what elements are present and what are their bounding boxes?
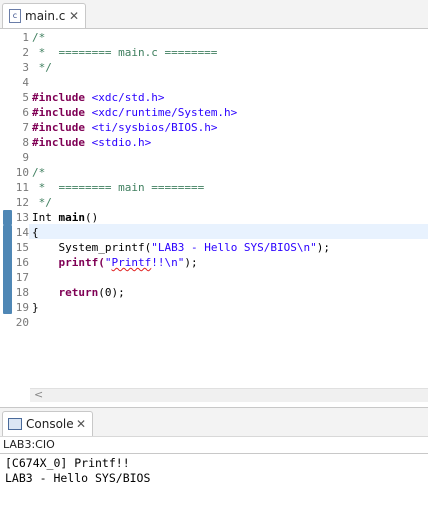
editor-tab-main-c[interactable]: c main.c ✕ xyxy=(2,3,86,28)
spell-warning: Printf xyxy=(111,256,152,269)
line-number: 10 xyxy=(15,166,29,179)
code-token: () xyxy=(85,211,99,224)
include-directive: #include xyxy=(32,121,85,134)
close-icon[interactable]: ✕ xyxy=(69,10,79,22)
include-directive: #include xyxy=(32,91,85,104)
code-line: * ======== main.c ======== xyxy=(32,46,218,59)
include-path: <ti/sysbios/BIOS.h> xyxy=(84,121,218,134)
code-line: #include <ti/sysbios/BIOS.h> xyxy=(32,120,217,135)
line-number-gutter: 1 2 3 4 5 6 7 8 9 10 11 12 13 14 15 16 1… xyxy=(13,29,29,389)
line-number: 19 xyxy=(15,301,29,314)
code-line: } xyxy=(32,301,39,314)
line-number: 17 xyxy=(15,271,29,284)
include-path: <xdc/std.h> xyxy=(84,91,165,104)
line-number: 13 xyxy=(15,211,29,224)
code-line: Int main() xyxy=(32,210,98,225)
include-directive: #include xyxy=(32,106,85,119)
line-number: 16 xyxy=(15,256,29,269)
line-number: 6 xyxy=(22,106,29,119)
type-keyword: Int xyxy=(32,211,52,224)
code-line: printf("Printf!!\n"); xyxy=(32,255,198,270)
code-token: printf( xyxy=(32,256,105,269)
change-ruler xyxy=(0,29,12,399)
line-number: 20 xyxy=(15,316,29,329)
change-marker xyxy=(3,210,12,225)
code-line: #include <xdc/std.h> xyxy=(32,90,164,105)
function-name: main xyxy=(58,211,86,224)
line-number: 5 xyxy=(22,91,29,104)
include-path: <xdc/runtime/System.h> xyxy=(84,106,238,119)
code-line: /* xyxy=(32,31,46,44)
line-number: 2 xyxy=(22,46,29,59)
scroll-left-arrow-icon[interactable]: < xyxy=(34,388,43,401)
return-keyword: return xyxy=(32,286,99,299)
code-token: (0); xyxy=(98,286,125,299)
console-name: LAB3:CIO xyxy=(3,438,55,451)
console-tab-label: Console xyxy=(26,417,74,431)
code-line: return(0); xyxy=(32,285,125,300)
include-directive: #include xyxy=(32,136,85,149)
current-line-highlight xyxy=(29,224,428,239)
code-line: System_printf("LAB3 - Hello SYS/BIOS\n")… xyxy=(32,240,330,255)
change-marker xyxy=(3,225,12,314)
line-number: 15 xyxy=(15,241,29,254)
line-number: 7 xyxy=(22,121,29,134)
code-line: /* xyxy=(32,166,46,179)
horizontal-scrollbar[interactable] xyxy=(30,388,428,402)
line-number: 14 xyxy=(15,226,29,239)
console-output-line: LAB3 - Hello SYS/BIOS xyxy=(5,471,151,485)
code-line: * ======== main ======== xyxy=(32,181,205,194)
string-literal: "LAB3 - Hello SYS/BIOS\n" xyxy=(151,241,317,254)
line-number: 1 xyxy=(22,31,29,44)
string-literal: !!\n" xyxy=(151,256,185,269)
console-output-line: [C674X_0] Printf!! xyxy=(5,456,130,470)
line-number: 12 xyxy=(15,196,29,209)
code-token: ); xyxy=(184,256,198,269)
code-token: ); xyxy=(316,241,331,254)
console-tab[interactable]: Console ✕ xyxy=(2,411,93,436)
editor-tab-label: main.c xyxy=(25,9,66,23)
line-number: 11 xyxy=(15,181,29,194)
code-token: System_printf( xyxy=(32,241,152,254)
console-output[interactable]: [C674X_0] Printf!! LAB3 - Hello SYS/BIOS xyxy=(0,453,428,530)
code-line: #include <stdio.h> xyxy=(32,135,151,150)
line-number: 3 xyxy=(22,61,29,74)
code-line: { xyxy=(32,226,39,239)
line-number: 9 xyxy=(22,151,29,164)
line-number: 8 xyxy=(22,136,29,149)
code-line: */ xyxy=(32,196,52,209)
line-number: 4 xyxy=(22,76,29,89)
code-line: #include <xdc/runtime/System.h> xyxy=(32,105,237,120)
close-icon[interactable]: ✕ xyxy=(76,418,86,430)
c-file-icon: c xyxy=(9,9,21,23)
include-path: <stdio.h> xyxy=(84,136,152,149)
console-icon xyxy=(8,418,22,430)
code-line: */ xyxy=(32,61,52,74)
line-number: 18 xyxy=(15,286,29,299)
